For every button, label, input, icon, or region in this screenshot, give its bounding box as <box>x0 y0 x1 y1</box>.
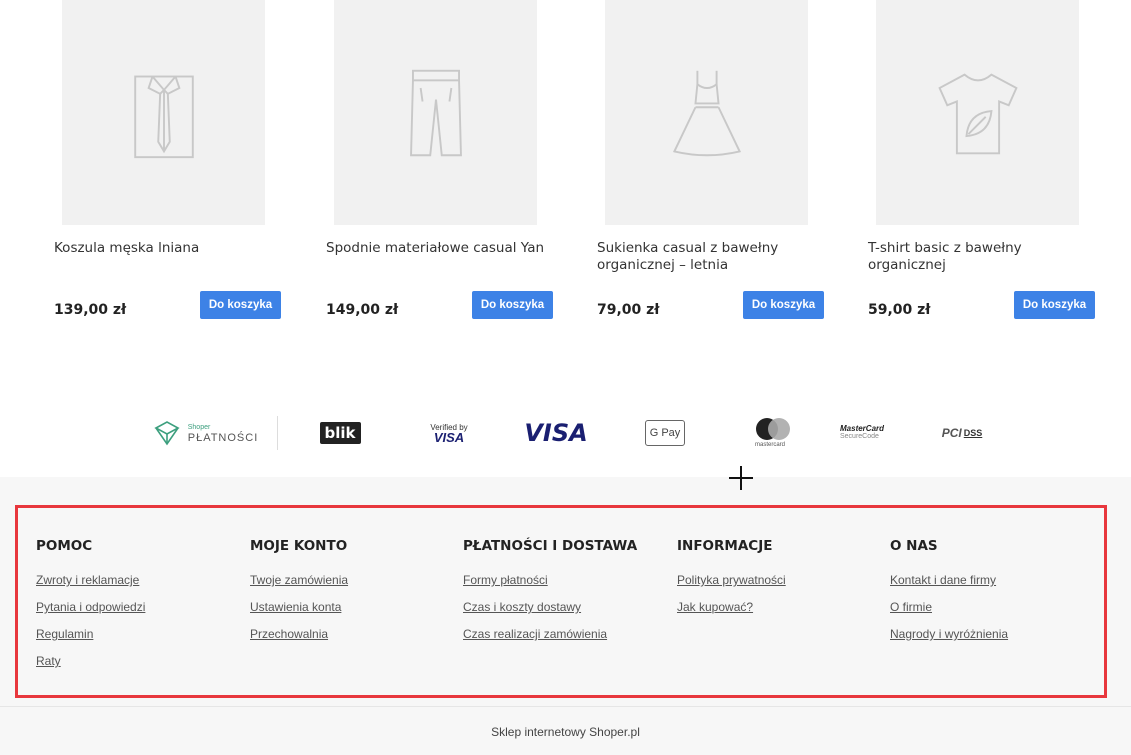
add-to-cart-button[interactable]: Do koszyka <box>472 291 553 319</box>
footer-link[interactable]: Nagrody i wyróżnienia <box>890 627 1090 654</box>
logo-divider <box>277 416 278 450</box>
footer-link[interactable]: Polityka prywatności <box>677 573 877 600</box>
product-name[interactable]: T-shirt basic z bawełny organicznej <box>868 240 1088 274</box>
footer-link[interactable]: Czas realizacji zamówienia <box>463 627 663 654</box>
footer-link[interactable]: Twoje zamówienia <box>250 573 450 600</box>
footer-link[interactable]: Formy płatności <box>463 573 663 600</box>
footer-column-platnosci: PŁATNOŚCI I DOSTAWA Formy płatności Czas… <box>463 538 663 654</box>
add-to-cart-button[interactable]: Do koszyka <box>200 291 281 319</box>
verified-by-visa-logo: Verified by VISA <box>424 405 474 461</box>
footer-column-informacje: INFORMACJE Polityka prywatności Jak kupo… <box>677 538 877 627</box>
shoper-payments-logo: Shoper PŁATNOŚCI <box>145 405 265 461</box>
add-to-cart-button[interactable]: Do koszyka <box>1014 291 1095 319</box>
footer-divider <box>0 706 1131 707</box>
footer-link[interactable]: Regulamin <box>36 627 236 654</box>
mastercard-securecode-logo: MasterCard SecureCode <box>840 405 890 461</box>
footer-column-title: POMOC <box>36 538 93 554</box>
product-image[interactable] <box>605 0 808 225</box>
mastercard-text: mastercard <box>754 442 785 448</box>
product-name[interactable]: Spodnie materiałowe casual Yan <box>326 240 546 257</box>
mastercard-circles-icon <box>750 418 790 442</box>
verified-visa-text: VISA <box>433 429 465 445</box>
tshirt-leaf-icon <box>937 72 1018 154</box>
shirt-icon <box>133 75 194 158</box>
footer-column-title: INFORMACJE <box>677 538 773 554</box>
trousers-icon <box>409 69 462 156</box>
footer-column-pomoc: POMOC Zwroty i reklamacje Pytania i odpo… <box>36 538 236 681</box>
mastercard-logo: mastercard <box>745 405 795 461</box>
blik-logo: blik <box>316 405 364 461</box>
footer-column-title: O NAS <box>890 538 938 554</box>
visa-logo: VISA <box>524 419 588 447</box>
add-to-cart-button[interactable]: Do koszyka <box>743 291 824 319</box>
footer-link[interactable]: Ustawienia konta <box>250 600 450 627</box>
footer-link[interactable]: Raty <box>36 654 236 681</box>
product-name[interactable]: Koszula męska lniana <box>54 240 274 257</box>
footer-link[interactable]: Czas i koszty dostawy <box>463 600 663 627</box>
blik-text: blik <box>319 422 361 444</box>
footer-link[interactable]: Zwroty i reklamacje <box>36 573 236 600</box>
footer-link[interactable]: Jak kupować? <box>677 600 877 627</box>
product-price: 79,00 zł <box>597 302 660 318</box>
dress-icon <box>672 70 741 156</box>
payment-logos: Shoper PŁATNOŚCI blik Verified by VISA V… <box>0 405 1131 465</box>
mcsc-top-text: MasterCard <box>840 424 885 433</box>
product-image[interactable] <box>876 0 1079 225</box>
footer-column-o-nas: O NAS Kontakt i dane firmy O firmie Nagr… <box>890 538 1090 654</box>
mcsc-bottom-text: SecureCode <box>840 433 879 440</box>
product-name[interactable]: Sukienka casual z bawełny organicznej – … <box>597 240 817 274</box>
pci-text: PCI <box>941 426 962 440</box>
gpay-text: G Pay <box>644 420 686 446</box>
pci-dss-logo: PCI DSS <box>934 405 990 461</box>
product-image[interactable] <box>62 0 265 225</box>
product-price: 59,00 zł <box>868 302 931 318</box>
shoper-big-text: PŁATNOŚCI <box>187 432 259 444</box>
footer-link[interactable]: O firmie <box>890 600 1090 627</box>
product-list: Koszula męska lniana 139,00 zł Do koszyk… <box>0 0 1131 380</box>
crosshair-cursor-icon <box>729 466 753 490</box>
product-price: 139,00 zł <box>54 302 127 318</box>
footer-column-title: PŁATNOŚCI I DOSTAWA <box>463 538 638 554</box>
footer-link[interactable]: Przechowalnia <box>250 627 450 654</box>
footer-column-title: MOJE KONTO <box>250 538 348 554</box>
footer-credit[interactable]: Sklep internetowy Shoper.pl <box>0 725 1131 739</box>
dss-text: DSS <box>963 428 983 438</box>
footer-link[interactable]: Kontakt i dane firmy <box>890 573 1090 600</box>
google-pay-logo: G Pay <box>642 405 688 461</box>
footer-link[interactable]: Pytania i odpowiedzi <box>36 600 236 627</box>
product-image[interactable] <box>334 0 537 225</box>
product-price: 149,00 zł <box>326 302 399 318</box>
shoper-cube-icon <box>154 421 180 446</box>
footer-column-moje-konto: MOJE KONTO Twoje zamówienia Ustawienia k… <box>250 538 450 654</box>
